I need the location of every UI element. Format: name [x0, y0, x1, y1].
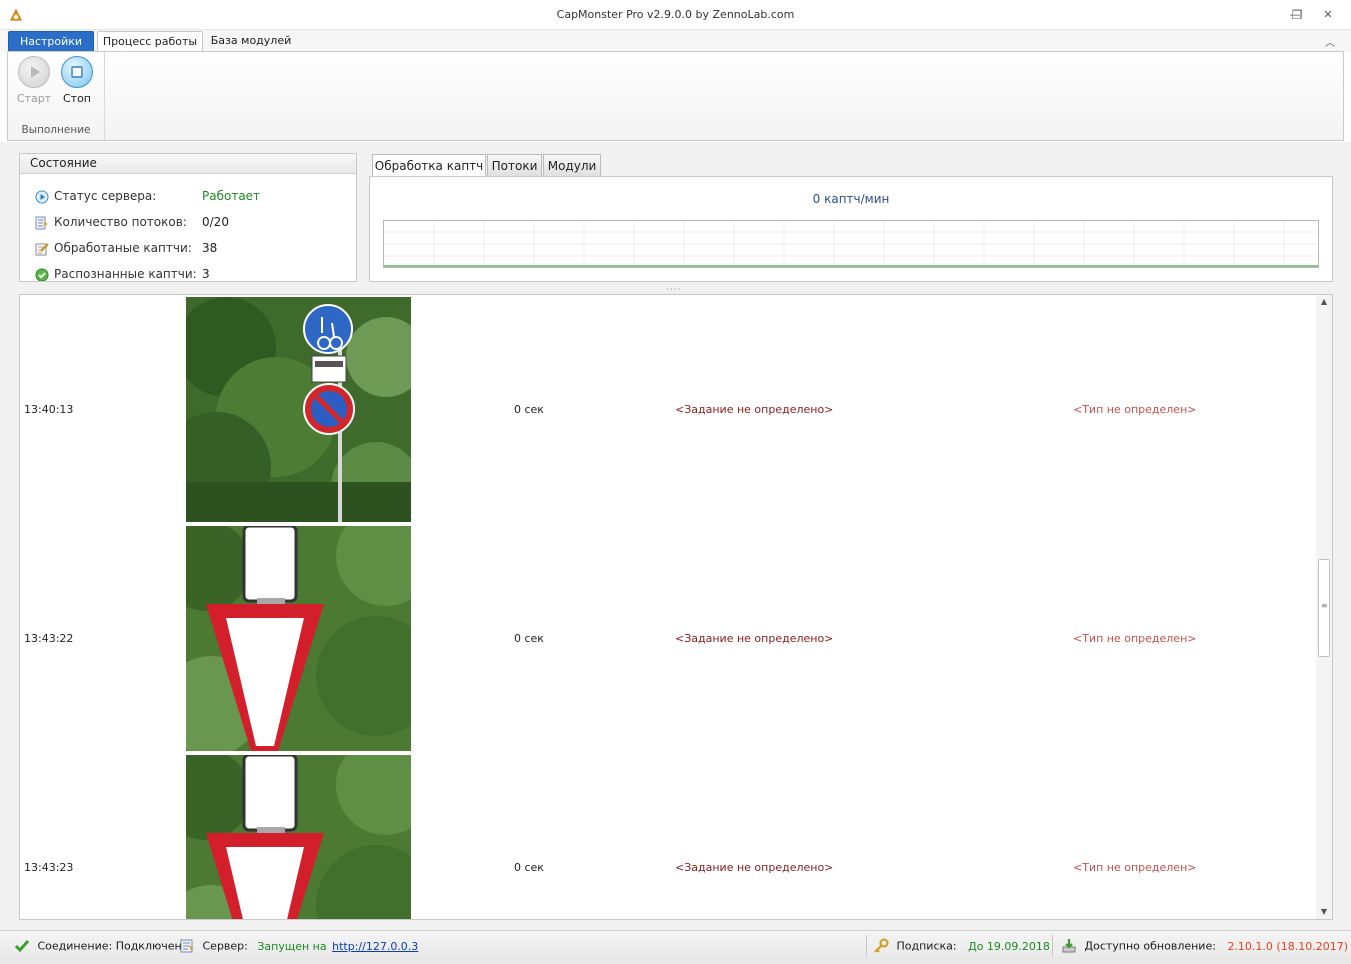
- subscription-value: До 19.09.2018: [968, 939, 1050, 953]
- log-time: 13:43:23: [24, 861, 74, 874]
- recognized-icon: [35, 268, 49, 281]
- start-label: Старт: [16, 92, 52, 105]
- server-icon: [180, 939, 194, 953]
- captcha-rate-panel: 0 каптч/мин: [369, 176, 1333, 282]
- play-status-icon: [35, 190, 49, 204]
- captcha-log-list[interactable]: 13:40:13 0 сек <Задание не определено> <…: [19, 294, 1333, 920]
- state-value: 3: [202, 267, 210, 281]
- grip-icon: ≡: [1321, 601, 1328, 610]
- server-url-link[interactable]: http://127.0.0.3: [332, 940, 418, 953]
- play-icon: [18, 56, 50, 88]
- log-time: 13:43:22: [24, 632, 74, 645]
- server-status: Сервер: Запущен на http://127.0.0.3: [179, 938, 418, 954]
- update-label: Доступно обновление:: [1084, 939, 1216, 953]
- tab-module-base[interactable]: База модулей: [207, 31, 295, 52]
- captcha-rate-caption: 0 каптч/мин: [812, 192, 890, 206]
- connection-status: Соединение: Подключено: [14, 938, 188, 954]
- maximize-button[interactable]: ❐: [1289, 7, 1305, 23]
- yield-sign-image: [186, 755, 411, 919]
- collapse-ribbon-icon[interactable]: ︿: [1325, 34, 1335, 49]
- key-icon: [874, 938, 889, 953]
- state-label: Обработаные каптчи:: [54, 241, 192, 255]
- status-divider: [866, 935, 867, 957]
- status-bar: Соединение: Подключено Сервер: Запущен н…: [0, 930, 1351, 964]
- log-task: <Задание не определено>: [675, 403, 834, 416]
- tab-threads[interactable]: Потоки: [487, 154, 542, 177]
- list-item[interactable]: 13:40:13 0 сек <Задание не определено> <…: [20, 295, 1316, 524]
- state-value: 38: [202, 241, 218, 255]
- state-label: Количество потоков:: [54, 215, 187, 229]
- captcha-rate-graph: [383, 220, 1319, 268]
- start-button[interactable]: Старт: [14, 56, 54, 105]
- list-item[interactable]: 13:43:22 0 сек <Задание не определено> <…: [20, 524, 1316, 753]
- server-running-text: Запущен на: [257, 939, 327, 953]
- state-panel: Состояние Статус сервера: Работает Колич…: [19, 153, 357, 282]
- log-time: 13:40:13: [24, 403, 74, 416]
- log-type: <Тип не определен>: [1073, 861, 1197, 874]
- stop-button[interactable]: Стоп: [57, 56, 97, 105]
- state-label: Распознанные каптчи:: [54, 267, 197, 281]
- window-title: CapMonster Pro v2.9.0.0 by ZennoLab.com: [556, 8, 795, 21]
- log-duration: 0 сек: [514, 632, 544, 645]
- state-panel-title: Состояние: [20, 154, 356, 174]
- stop-icon: [61, 56, 93, 88]
- log-task: <Задание не определено>: [675, 632, 834, 645]
- scroll-down-icon[interactable]: ▼: [1316, 905, 1332, 919]
- update-version-link[interactable]: 2.10.1.0 (18.10.2017): [1227, 940, 1348, 953]
- log-type: <Тип не определен>: [1073, 403, 1197, 416]
- restore-icon: ❐: [1291, 8, 1303, 22]
- update-download-icon: [1062, 939, 1076, 953]
- log-scrollbar[interactable]: ▲ ≡ ▼: [1316, 295, 1332, 919]
- title-bar: CapMonster Pro v2.9.0.0 by ZennoLab.com …: [0, 0, 1351, 30]
- log-duration: 0 сек: [514, 403, 544, 416]
- ribbon-tab-strip: Настройки Процесс работы База модулей ︿: [0, 30, 1351, 52]
- tab-captcha-processing[interactable]: Обработка каптч: [372, 154, 486, 178]
- tab-settings[interactable]: Настройки: [8, 31, 94, 52]
- list-item[interactable]: 13:43:23 0 сек <Задание не определено> <…: [20, 753, 1316, 919]
- parking-sign-image: [186, 297, 411, 522]
- processed-icon: [35, 243, 49, 256]
- close-button[interactable]: ✕: [1320, 7, 1336, 23]
- stop-label: Стоп: [62, 92, 91, 105]
- log-type: <Тип не определен>: [1073, 632, 1197, 645]
- state-label: Статус сервера:: [54, 189, 157, 203]
- tab-work-process[interactable]: Процесс работы: [97, 31, 203, 52]
- state-value: Работает: [202, 189, 261, 203]
- connection-text: Соединение: Подключено: [37, 939, 189, 953]
- scroll-thumb[interactable]: ≡: [1318, 559, 1330, 657]
- update-status: Доступно обновление: 2.10.1.0 (18.10.201…: [1061, 938, 1348, 954]
- subscription-label: Подписка:: [896, 939, 957, 953]
- graph-grid: [384, 221, 1318, 267]
- checkmark-icon: [14, 940, 30, 953]
- server-label: Сервер:: [202, 939, 248, 953]
- status-divider: [1052, 935, 1053, 957]
- ribbon-group-execution: Старт Стоп Выполнение: [8, 52, 105, 140]
- log-duration: 0 сек: [514, 861, 544, 874]
- yield-sign-image: [186, 526, 411, 751]
- subscription-status: Подписка: До 19.09.2018: [873, 938, 1050, 954]
- ribbon: Старт Стоп Выполнение: [7, 51, 1344, 141]
- ribbon-group-caption: Выполнение: [21, 124, 91, 136]
- state-value: 0/20: [202, 215, 229, 229]
- scroll-up-icon[interactable]: ▲: [1316, 295, 1332, 309]
- tab-modules[interactable]: Модули: [543, 154, 601, 177]
- log-task: <Задание не определено>: [675, 861, 834, 874]
- threads-icon: [35, 216, 48, 230]
